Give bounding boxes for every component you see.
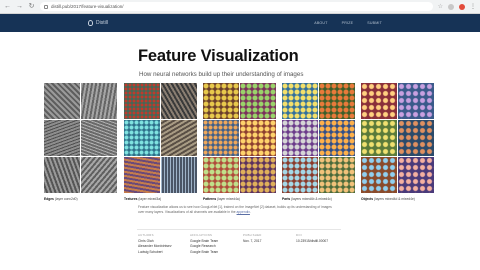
site-header: Distill ABOUT PRIZE SUBMIT [0, 14, 480, 32]
feature-visualization-image [398, 120, 434, 156]
figure-group-textures: Textures (layer mixed3a) [124, 83, 197, 201]
forward-icon[interactable]: → [16, 3, 23, 10]
figure-caption: Feature visualization allows us to see h… [138, 205, 332, 214]
extension-icon[interactable] [459, 3, 465, 10]
extension-icon[interactable] [448, 3, 454, 10]
distill-logo-icon [88, 20, 93, 26]
feature-visualization-image [161, 157, 197, 193]
tile-grid [44, 83, 117, 193]
page-subtitle: How neural networks build up their under… [139, 71, 304, 78]
tile-grid [361, 83, 434, 193]
feature-visualization-image [361, 83, 397, 119]
feature-visualization-image [319, 120, 355, 156]
author-name[interactable]: Ludwig Schubert [138, 250, 172, 255]
browser-toolbar: ← → ↻ distill.pub/2017/feature-visualiza… [0, 0, 480, 14]
feature-visualization-image [319, 157, 355, 193]
feature-visualization-figure: Edges (layer conv2d0) Textures (layer mi… [44, 83, 440, 201]
doi-value: 10.23915/distill.00007 [296, 239, 329, 244]
feature-visualization-image [240, 83, 276, 119]
feature-visualization-image [124, 120, 160, 156]
feature-visualization-image [282, 157, 318, 193]
feature-visualization-image [161, 120, 197, 156]
feature-visualization-image [361, 120, 397, 156]
figure-group-parts: Parts (layers mixed4b & mixed4c) [282, 83, 355, 201]
reload-icon[interactable]: ↻ [28, 3, 35, 10]
group-caption: Objects (layers mixed4d & mixed4e) [361, 197, 415, 201]
byline-divider [137, 229, 341, 230]
feature-visualization-image [203, 120, 239, 156]
feature-visualization-image [44, 157, 80, 193]
group-caption: Patterns (layer mixed4a) [203, 197, 240, 201]
site-logo[interactable]: Distill [88, 20, 108, 26]
feature-visualization-image [203, 83, 239, 119]
feature-visualization-image [398, 157, 434, 193]
feature-visualization-image [240, 157, 276, 193]
byline-affiliations: AFFILIATIONS Google Brain Team Google Re… [190, 233, 219, 255]
feature-visualization-image [44, 83, 80, 119]
tile-grid [203, 83, 276, 193]
nav-link-submit[interactable]: SUBMIT [367, 21, 382, 25]
byline-published: PUBLISHED Nov. 7, 2017 [243, 233, 262, 244]
byline-authors: AUTHORS Chris Olah Alexander Mordvintsev… [138, 233, 172, 255]
feature-visualization-image [44, 120, 80, 156]
back-icon[interactable]: ← [4, 3, 11, 10]
nav-link-about[interactable]: ABOUT [314, 21, 327, 25]
page-title: Feature Visualization [138, 47, 299, 65]
appendix-link[interactable]: appendix [237, 210, 250, 214]
feature-visualization-image [81, 83, 117, 119]
group-caption: Parts (layers mixed4b & mixed4c) [282, 197, 332, 201]
affiliation[interactable]: Google Brain Team [190, 250, 218, 255]
feature-visualization-image [161, 83, 197, 119]
publish-date: Nov. 7, 2017 [243, 239, 262, 244]
feature-visualization-image [203, 157, 239, 193]
tile-grid [282, 83, 355, 193]
nav-link-prize[interactable]: PRIZE [342, 21, 354, 25]
feature-visualization-image [124, 157, 160, 193]
author-name[interactable]: Alexander Mordvintsev [138, 244, 172, 249]
byline-doi: DOI 10.23915/distill.00007 [296, 233, 329, 244]
figure-group-edges: Edges (layer conv2d0) [44, 83, 117, 201]
browser-menu-icon[interactable]: ⋮ [470, 4, 476, 10]
bookmark-star-icon[interactable]: ☆ [438, 3, 443, 10]
tile-grid [124, 83, 197, 193]
url-text[interactable]: distill.pub/2017/feature-visualization/ [51, 4, 124, 9]
feature-visualization-image [398, 83, 434, 119]
feature-visualization-image [282, 120, 318, 156]
group-caption: Textures (layer mixed3a) [124, 197, 162, 201]
feature-visualization-image [361, 157, 397, 193]
logo-text: Distill [96, 20, 108, 26]
feature-visualization-image [240, 120, 276, 156]
feature-visualization-image [81, 157, 117, 193]
site-nav: ABOUT PRIZE SUBMIT [314, 21, 382, 25]
address-bar[interactable]: distill.pub/2017/feature-visualization/ [40, 2, 433, 11]
feature-visualization-image [282, 83, 318, 119]
group-caption: Edges (layer conv2d0) [44, 197, 78, 201]
figure-group-objects: Objects (layers mixed4d & mixed4e) [361, 83, 434, 201]
feature-visualization-image [124, 83, 160, 119]
feature-visualization-image [319, 83, 355, 119]
feature-visualization-image [81, 120, 117, 156]
lock-icon [44, 4, 48, 9]
affiliation[interactable]: Google Research [190, 244, 218, 249]
figure-group-patterns: Patterns (layer mixed4a) [203, 83, 276, 201]
